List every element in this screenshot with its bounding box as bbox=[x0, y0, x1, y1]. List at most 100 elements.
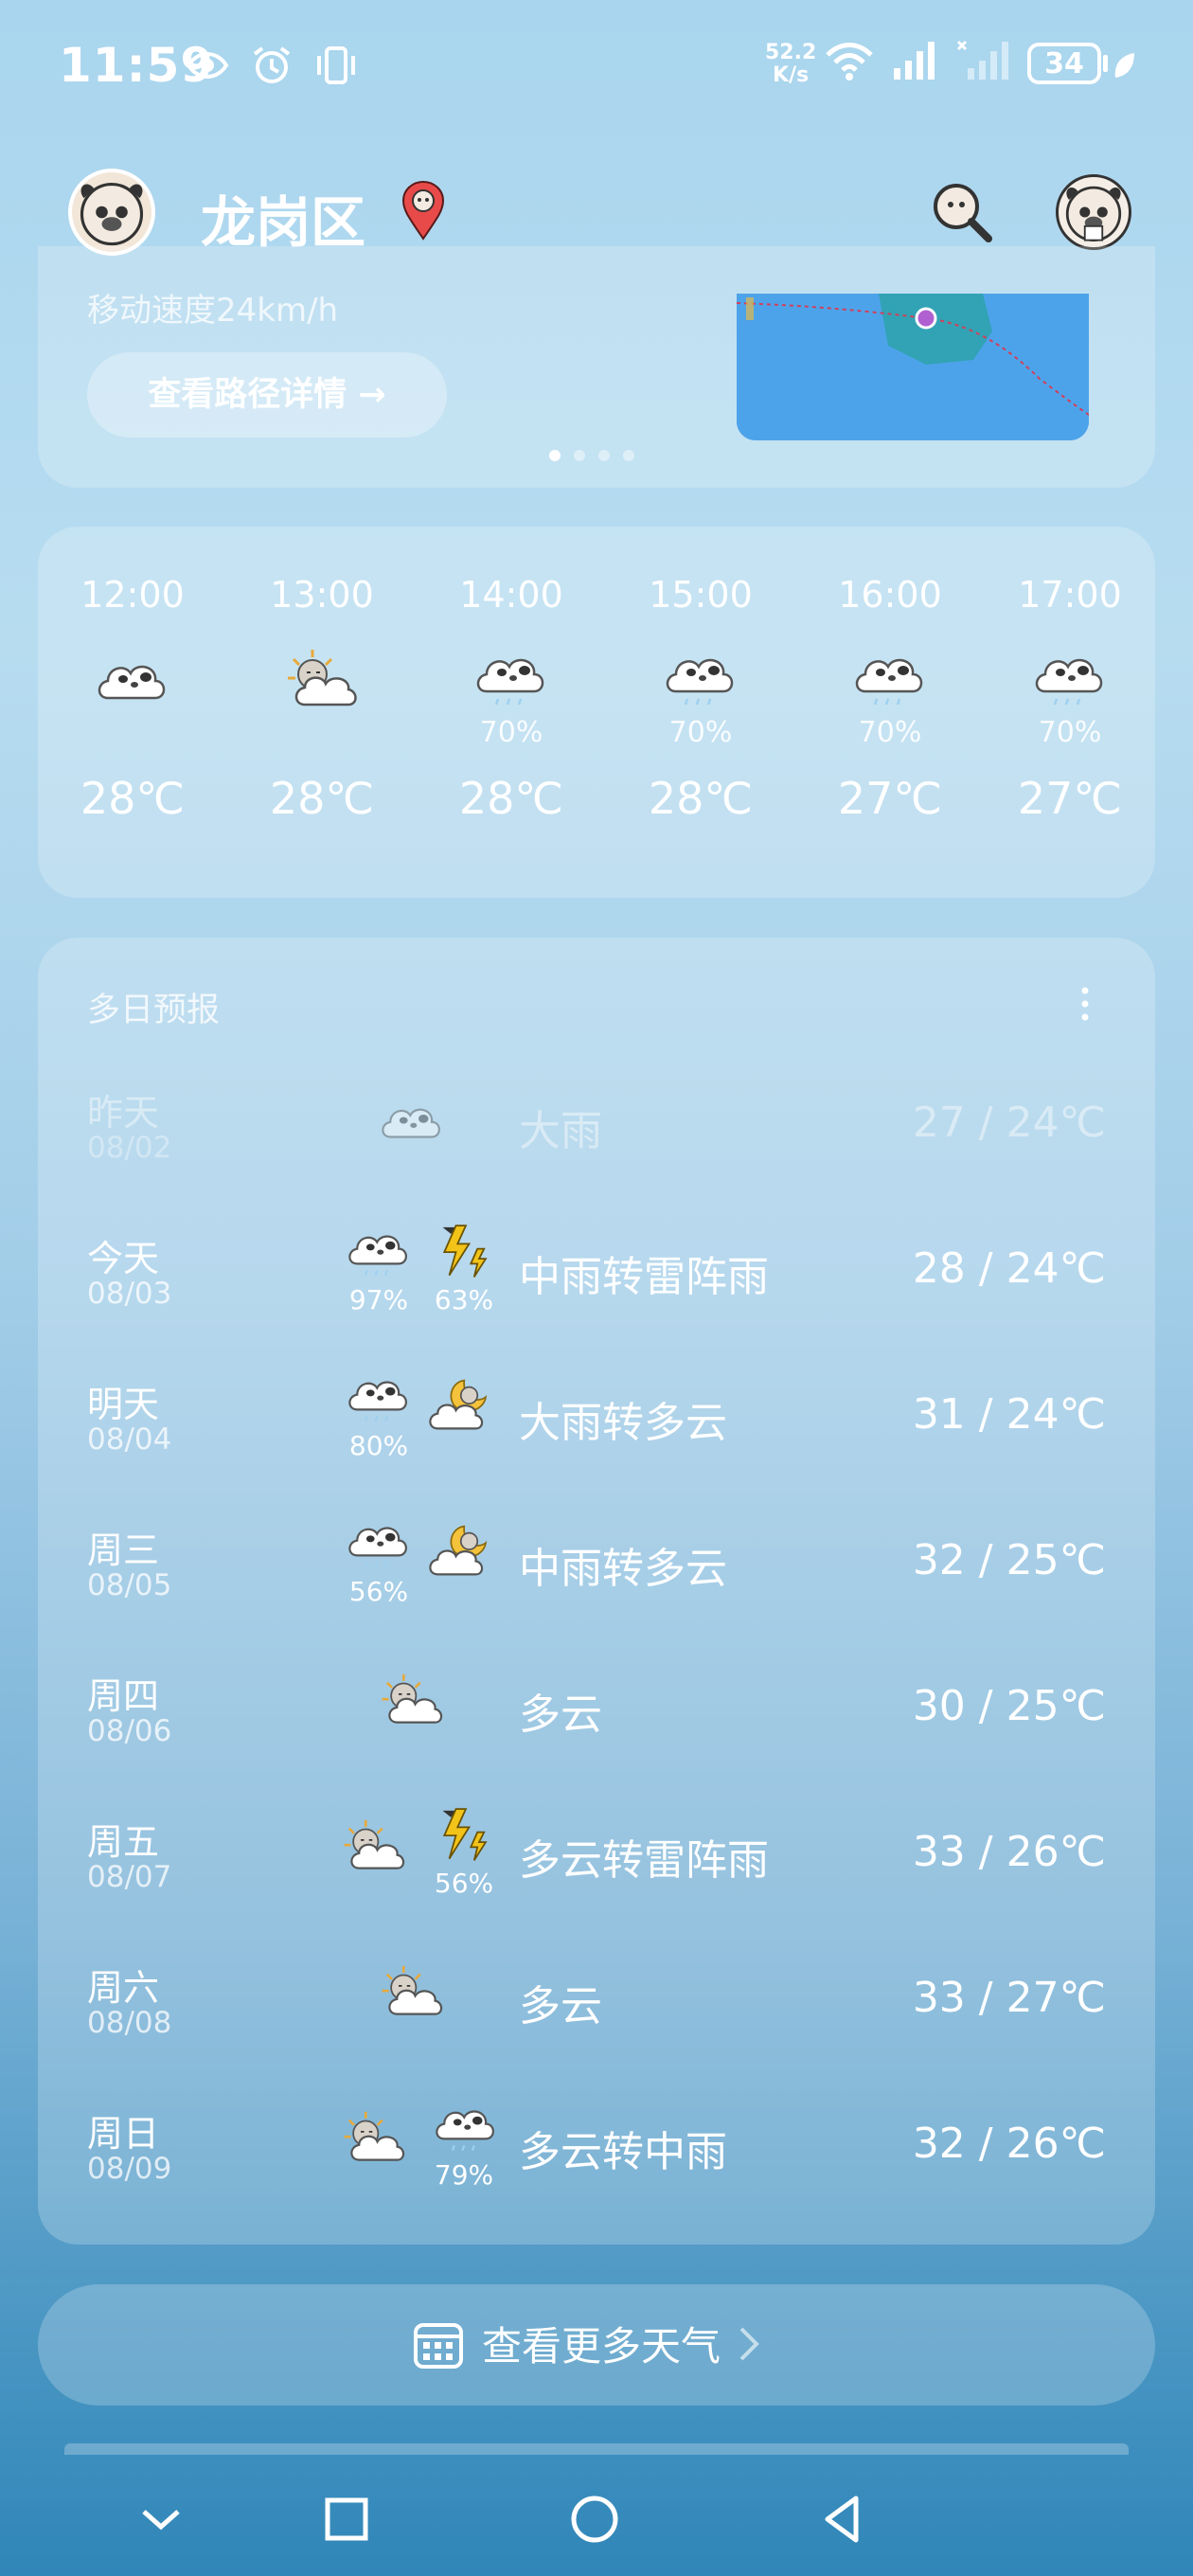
location-pin-icon[interactable] bbox=[400, 180, 447, 241]
day-name: 周五 bbox=[87, 1821, 160, 1863]
rain-icon bbox=[852, 644, 928, 714]
more-weather-content: 查看更多天气 bbox=[412, 2315, 760, 2372]
day-icons bbox=[298, 1953, 525, 2057]
rain-icon bbox=[346, 1369, 412, 1428]
next-card-peek bbox=[64, 2443, 1129, 2455]
daily-row[interactable]: 明天 08/04 80% 大雨转多云 31 / 24℃ bbox=[38, 1362, 1155, 1508]
eye-icon bbox=[186, 52, 229, 79]
rain-icon bbox=[473, 644, 549, 714]
hour-item: 17:00 70% 27℃ bbox=[985, 574, 1155, 824]
carousel-dot[interactable] bbox=[549, 450, 561, 461]
carousel-dot[interactable] bbox=[574, 450, 585, 461]
day-desc: 多云 bbox=[519, 1690, 602, 1739]
hour-item: 15:00 70% 28℃ bbox=[615, 574, 786, 824]
typhoon-map[interactable] bbox=[737, 294, 1089, 440]
hourly-forecast-card[interactable]: 12:00 28℃ 13:00 28℃ 14:00 70% 28℃ 15:00 … bbox=[38, 527, 1155, 898]
day-name: 明天 bbox=[87, 1384, 160, 1425]
hour-rain-chance bbox=[237, 716, 407, 750]
day-date: 08/03 bbox=[87, 1277, 172, 1311]
day-icons bbox=[298, 1661, 525, 1765]
recent-apps-icon[interactable] bbox=[318, 2491, 375, 2548]
net-speed-unit: K/s bbox=[773, 63, 810, 87]
status-bar: 11:59 52.2 K/s 34 bbox=[0, 0, 1193, 133]
day-date: 08/07 bbox=[87, 1860, 172, 1894]
chevron-right-icon bbox=[739, 2327, 759, 2360]
more-weather-button[interactable]: 查看更多天气 bbox=[38, 2284, 1155, 2406]
hour-time: 16:00 bbox=[838, 574, 942, 616]
day-icons: 79% bbox=[298, 2099, 525, 2203]
rain-icon bbox=[663, 644, 739, 714]
menu-icon[interactable] bbox=[1056, 174, 1131, 250]
typhoon-card: 移动速度24km/h 查看路径详情 → bbox=[38, 246, 1155, 488]
wifi-icon bbox=[826, 43, 873, 80]
day-desc: 多云转雷阵雨 bbox=[519, 1836, 769, 1885]
day-date: 08/04 bbox=[87, 1422, 172, 1457]
daily-row[interactable]: 周五 08/07 56% 多云转雷阵雨 33 / 26℃ bbox=[38, 1799, 1155, 1945]
day-date: 08/02 bbox=[87, 1131, 172, 1165]
hour-rain-chance bbox=[47, 716, 218, 750]
carousel-dot[interactable] bbox=[598, 450, 610, 461]
chevron-down-icon[interactable] bbox=[133, 2491, 189, 2548]
hour-rain-chance: 70% bbox=[858, 716, 922, 749]
daily-row[interactable]: 周日 08/09 79% 多云转中雨 32 / 26℃ bbox=[38, 2091, 1155, 2237]
hour-item: 16:00 70% 27℃ bbox=[805, 574, 975, 824]
status-icons-right bbox=[824, 40, 1009, 81]
daily-row[interactable]: 周四 08/06 多云 30 / 25℃ bbox=[38, 1654, 1155, 1799]
hour-temp: 28℃ bbox=[458, 773, 564, 824]
hour-time: 14:00 bbox=[459, 574, 563, 616]
calendar-icon bbox=[414, 2322, 463, 2369]
daily-row[interactable]: 周六 08/08 多云 33 / 27℃ bbox=[38, 1945, 1155, 2091]
day-date: 08/08 bbox=[87, 2006, 172, 2040]
hour-time: 13:00 bbox=[270, 574, 374, 616]
typhoon-track-map bbox=[737, 294, 1089, 440]
day-temp: 33 / 26℃ bbox=[912, 1828, 1106, 1876]
more-options-icon[interactable] bbox=[1076, 985, 1095, 1023]
leaf-icon bbox=[1114, 53, 1134, 78]
more-weather-label: 查看更多天气 bbox=[482, 2323, 721, 2370]
day-temp: 33 / 27℃ bbox=[912, 1974, 1106, 2022]
avatar-icon[interactable] bbox=[68, 169, 155, 256]
hour-temp: 28℃ bbox=[648, 773, 754, 824]
heavy-rain-icon bbox=[379, 1091, 445, 1150]
daily-row[interactable]: 昨天 08/02 大雨 27 / 24℃ bbox=[38, 1070, 1155, 1216]
hour-temp: 28℃ bbox=[80, 773, 186, 824]
thunder-icon bbox=[433, 1224, 499, 1282]
day-icons: 56% bbox=[298, 1515, 525, 1619]
hour-rain-chance: 70% bbox=[479, 716, 543, 749]
daily-row[interactable]: 今天 08/03 97% 63% 中雨转雷阵雨 28 / 24℃ bbox=[38, 1216, 1155, 1362]
hour-time: 15:00 bbox=[649, 574, 753, 616]
search-icon[interactable] bbox=[928, 178, 994, 244]
thunder-icon bbox=[433, 1807, 499, 1866]
day-desc: 多云 bbox=[519, 1982, 602, 2030]
day-temp: 30 / 25℃ bbox=[912, 1682, 1106, 1730]
day-desc: 多云转中雨 bbox=[519, 2128, 727, 2176]
daily-row[interactable]: 周三 08/05 56% 中雨转多云 32 / 25℃ bbox=[38, 1508, 1155, 1654]
rain-icon bbox=[433, 2099, 499, 2157]
day-temp: 28 / 24℃ bbox=[912, 1244, 1106, 1293]
daily-title: 多日预报 bbox=[87, 992, 221, 1029]
partly-cloudy-icon bbox=[379, 1962, 445, 2021]
hour-item: 12:00 28℃ bbox=[47, 574, 218, 824]
moon-cloud-icon bbox=[426, 1521, 492, 1580]
typhoon-speed: 移动速度24km/h bbox=[87, 292, 339, 330]
route-details-button[interactable]: 查看路径详情 → bbox=[87, 352, 447, 438]
day-icons: 97% 63% bbox=[298, 1224, 525, 1328]
battery-icon: 34 bbox=[1027, 43, 1101, 84]
signal-x-icon bbox=[956, 40, 1008, 80]
daily-forecast-card: 多日预报 昨天 08/02 大雨 27 / 24℃ 今天 08/03 97% 6… bbox=[38, 938, 1155, 2245]
vibrate-icon bbox=[317, 46, 355, 84]
back-icon[interactable] bbox=[814, 2491, 871, 2548]
day-name: 今天 bbox=[87, 1238, 160, 1279]
day-name: 昨天 bbox=[87, 1092, 160, 1134]
alarm-icon bbox=[253, 46, 291, 83]
day-name: 周六 bbox=[87, 1967, 160, 2009]
partly-cloudy-icon bbox=[284, 644, 360, 714]
day-date: 08/05 bbox=[87, 1568, 172, 1602]
carousel-dots bbox=[549, 450, 634, 461]
home-icon[interactable] bbox=[566, 2491, 623, 2548]
rain-chance: 79% bbox=[434, 2159, 494, 2191]
carousel-dot[interactable] bbox=[623, 450, 634, 461]
day-desc: 中雨转多云 bbox=[519, 1545, 727, 1593]
hour-temp: 27℃ bbox=[837, 773, 943, 824]
status-icons-left bbox=[185, 43, 359, 88]
